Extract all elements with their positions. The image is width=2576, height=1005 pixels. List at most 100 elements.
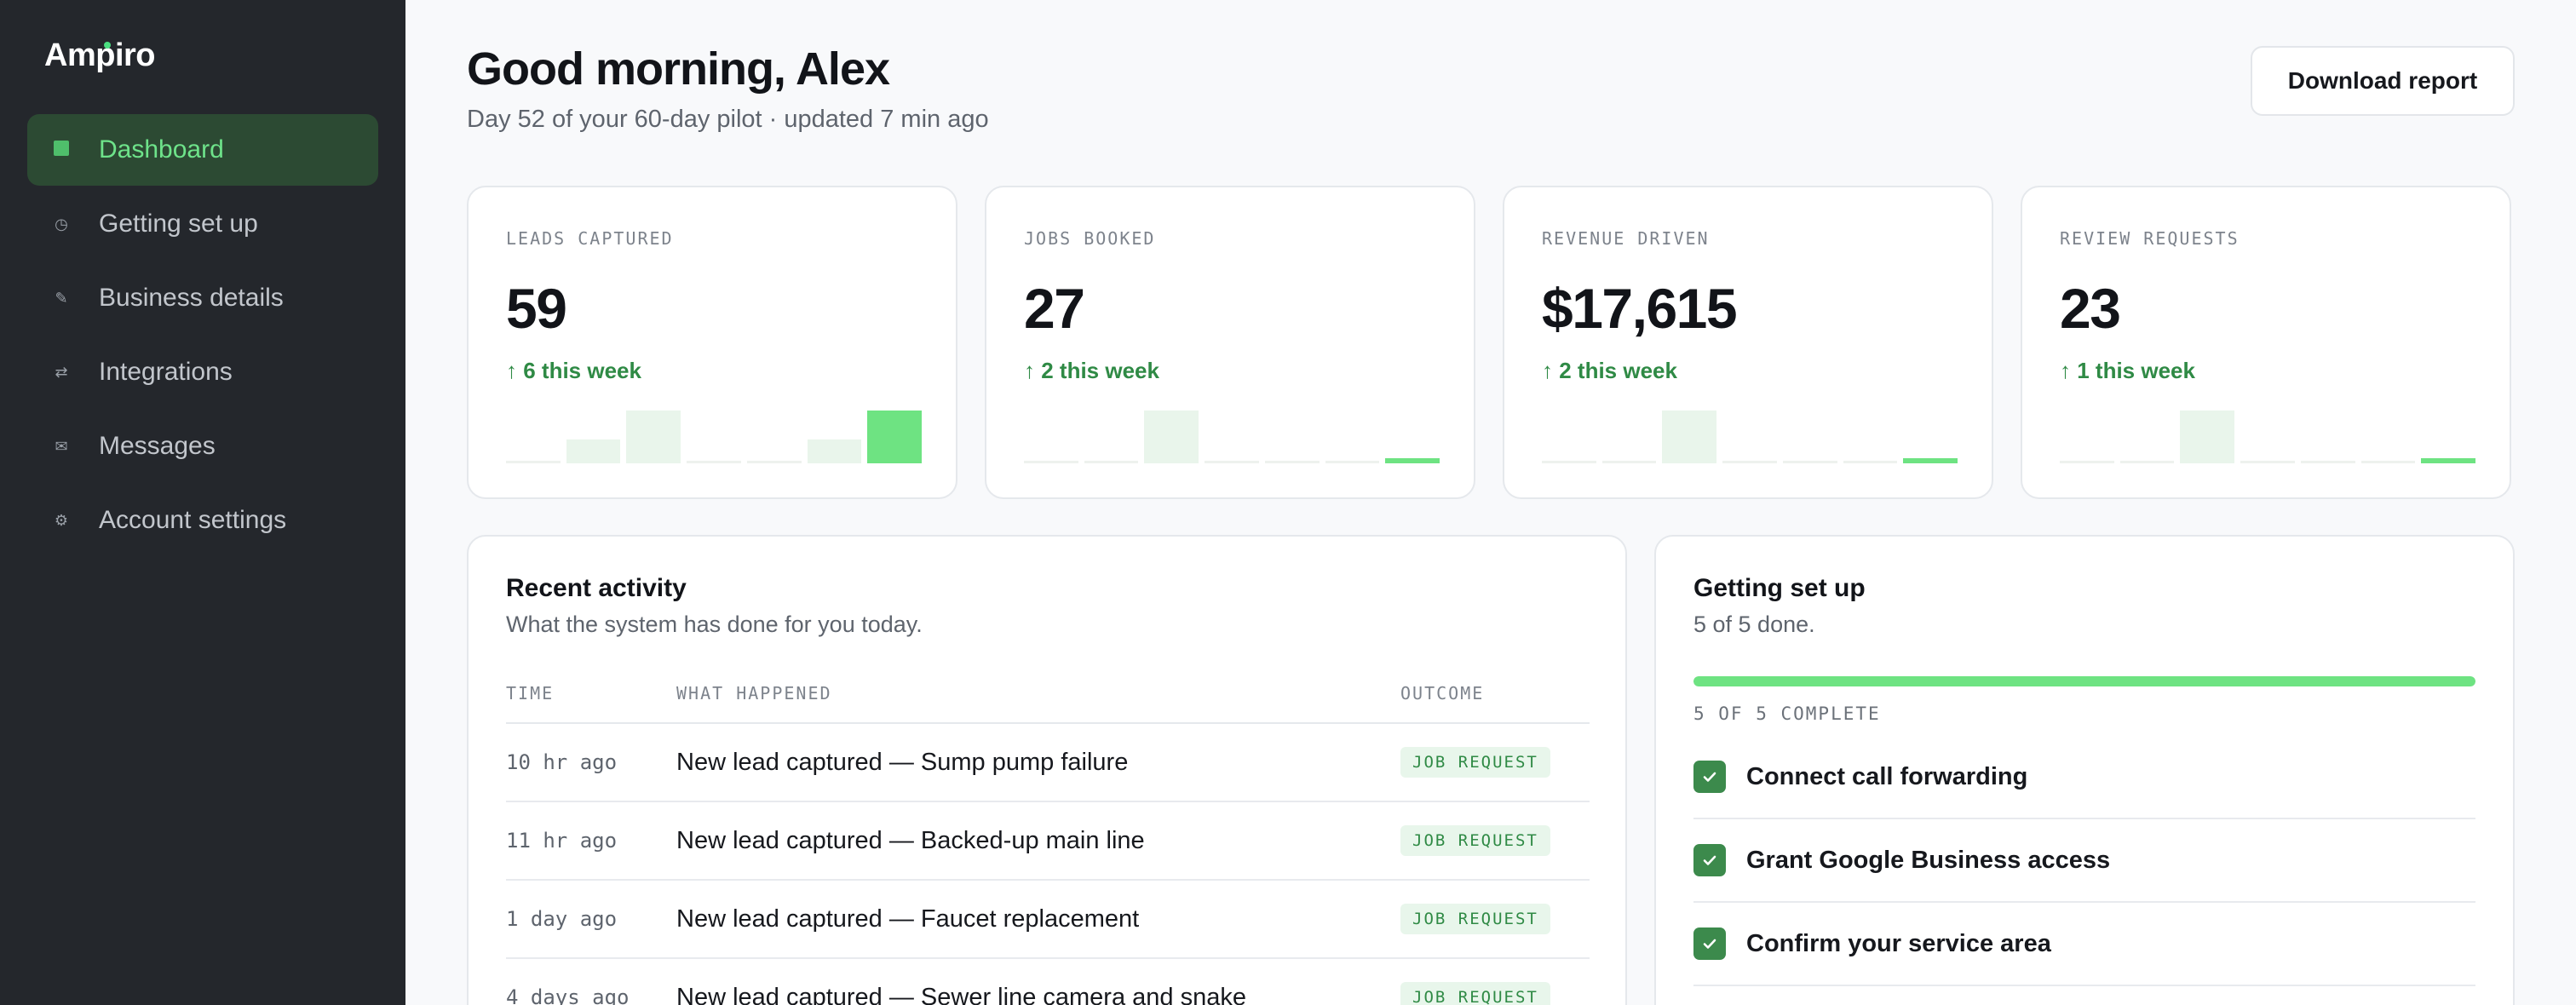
envelope-icon: ✉ — [55, 437, 68, 455]
sparkline-bar — [2421, 458, 2476, 463]
sparkline-bar — [626, 411, 681, 463]
stat-card-leads: LEADS CAPTURED 59 ↑ 6 this week — [467, 186, 957, 499]
checklist-item-label: Confirm your service area — [1746, 929, 2051, 957]
stat-label: JOBS BOOKED — [1024, 228, 1156, 249]
sparkline-bar — [1662, 411, 1717, 463]
outcome-badge: JOB REQUEST — [1400, 904, 1550, 934]
row-time: 11 hr ago — [506, 829, 618, 853]
sidebar-item-label: Dashboard — [99, 135, 224, 164]
stat-card-jobs: JOBS BOOKED 27 ↑ 2 this week — [985, 186, 1475, 499]
column-header-what[interactable]: WHAT HAPPENED — [676, 683, 1400, 704]
checklist-item-call-forwarding[interactable]: Connect call forwarding — [1693, 736, 2475, 819]
table-header: TIME WHAT HAPPENED OUTCOME — [506, 664, 1590, 724]
sparkline-bar — [687, 461, 741, 463]
sparkline-bar — [1542, 461, 1596, 463]
sparkline-bar — [2240, 461, 2295, 463]
sidebar-item-integrations[interactable]: ⇄ Integrations — [27, 336, 378, 408]
activity-table: TIME WHAT HAPPENED OUTCOME 10 hr ago New… — [506, 664, 1590, 1005]
brand-logo[interactable]: Ampiro — [44, 37, 156, 74]
table-row[interactable]: 11 hr ago New lead captured — Backed-up … — [506, 802, 1590, 881]
setup-checklist: Connect call forwarding Grant Google Bus… — [1693, 736, 2475, 986]
pencil-icon: ✎ — [55, 289, 68, 307]
panel-title: Recent activity — [506, 574, 687, 602]
column-header-time[interactable]: TIME — [506, 683, 676, 704]
sparkline-bar — [2300, 461, 2355, 463]
sidebar-item-account-settings[interactable]: ⚙ Account settings — [27, 485, 378, 556]
sparkline-bar — [2180, 411, 2235, 463]
stat-delta: ↑ 1 this week — [2060, 358, 2195, 383]
sidebar-item-label: Messages — [99, 432, 216, 460]
sparkline-bar — [1144, 411, 1199, 463]
table-row[interactable]: 1 day ago New lead captured — Faucet rep… — [506, 881, 1590, 959]
clock-icon: ◷ — [55, 215, 68, 233]
stat-label: REVENUE DRIVEN — [1542, 228, 1710, 249]
dashboard-square-icon — [51, 141, 72, 160]
page-subtitle: Day 52 of your 60-day pilot · updated 7 … — [467, 106, 989, 133]
setup-progress-fill — [1693, 676, 2475, 686]
checklist-item-service-area[interactable]: Confirm your service area — [1693, 903, 2475, 986]
sidebar-nav: Dashboard ◷ Getting set up ✎ Business de… — [27, 114, 378, 559]
sparkline-bar — [1722, 461, 1777, 463]
sparkline-bar — [867, 411, 923, 463]
sparkline-bar — [1205, 461, 1259, 463]
sparkline-bar — [746, 461, 802, 463]
row-time: 10 hr ago — [506, 750, 618, 774]
sparkline-bar — [1084, 461, 1139, 463]
sidebar-item-label: Integrations — [99, 358, 233, 386]
table-row[interactable]: 10 hr ago New lead captured — Sump pump … — [506, 724, 1590, 802]
stat-delta: ↑ 2 this week — [1542, 358, 1677, 383]
sparkline-bar — [807, 439, 862, 463]
checklist-item-label: Connect call forwarding — [1746, 762, 2028, 790]
checklist-item-google-business[interactable]: Grant Google Business access — [1693, 819, 2475, 903]
stat-label: REVIEW REQUESTS — [2060, 228, 2240, 249]
sidebar-item-label: Getting set up — [99, 210, 258, 238]
table-row[interactable]: 4 days ago New lead captured — Sewer lin… — [506, 959, 1590, 1005]
setup-progress-label: 5 OF 5 COMPLETE — [1693, 704, 1881, 724]
stat-value: $17,615 — [1542, 277, 1738, 340]
swap-arrows-icon: ⇄ — [55, 363, 68, 381]
logo-dot-icon — [104, 42, 111, 49]
sidebar-item-getting-set-up[interactable]: ◷ Getting set up — [27, 188, 378, 260]
column-header-outcome[interactable]: OUTCOME — [1400, 683, 1590, 704]
outcome-badge: JOB REQUEST — [1400, 825, 1550, 856]
sidebar-item-messages[interactable]: ✉ Messages — [27, 411, 378, 482]
checklist-item-label: Grant Google Business access — [1746, 846, 2111, 874]
sparkline-bar — [1903, 458, 1958, 463]
checkbox-checked-icon[interactable] — [1693, 844, 1726, 876]
sparkline — [506, 411, 923, 463]
sidebar: Ampiro Dashboard ◷ Getting set up ✎ Busi… — [0, 0, 405, 1005]
sparkline-bar — [1385, 458, 1440, 463]
sidebar-item-label: Account settings — [99, 506, 287, 534]
row-time: 4 days ago — [506, 985, 630, 1005]
stat-delta: ↑ 2 this week — [1024, 358, 1159, 383]
outcome-badge: JOB REQUEST — [1400, 747, 1550, 778]
checkbox-checked-icon[interactable] — [1693, 761, 1726, 793]
stat-value: 59 — [506, 277, 567, 340]
download-report-button[interactable]: Download report — [2251, 46, 2515, 116]
sparkline-bar — [1601, 461, 1657, 463]
sparkline-bar — [506, 461, 561, 463]
sidebar-item-business-details[interactable]: ✎ Business details — [27, 262, 378, 334]
stat-card-reviews: REVIEW REQUESTS 23 ↑ 1 this week — [2021, 186, 2511, 499]
setup-progress-bar — [1693, 676, 2475, 686]
sparkline-bar — [1024, 461, 1078, 463]
sidebar-item-dashboard[interactable]: Dashboard — [27, 114, 378, 186]
row-description: New lead captured — Backed-up main line — [676, 826, 1145, 854]
sparkline-bar — [2360, 461, 2416, 463]
sparkline-bar — [1264, 461, 1320, 463]
sparkline — [1542, 411, 1958, 463]
sparkline-bar — [1843, 461, 1898, 463]
row-description: New lead captured — Sewer line camera an… — [676, 983, 1246, 1005]
row-description: New lead captured — Faucet replacement — [676, 904, 1140, 933]
sparkline-bar — [2119, 461, 2175, 463]
stat-value: 27 — [1024, 277, 1085, 340]
panel-subtitle: 5 of 5 done. — [1693, 612, 1815, 637]
checkbox-checked-icon[interactable] — [1693, 927, 1726, 960]
getting-set-up-panel: Getting set up 5 of 5 done. 5 OF 5 COMPL… — [1654, 535, 2515, 1005]
page-title: Good morning, Alex — [467, 43, 890, 95]
outcome-badge: JOB REQUEST — [1400, 982, 1550, 1005]
sparkline-bar — [2060, 461, 2114, 463]
row-description: New lead captured — Sump pump failure — [676, 748, 1129, 776]
panel-title: Getting set up — [1693, 574, 1866, 602]
sparkline-bar — [1782, 461, 1837, 463]
